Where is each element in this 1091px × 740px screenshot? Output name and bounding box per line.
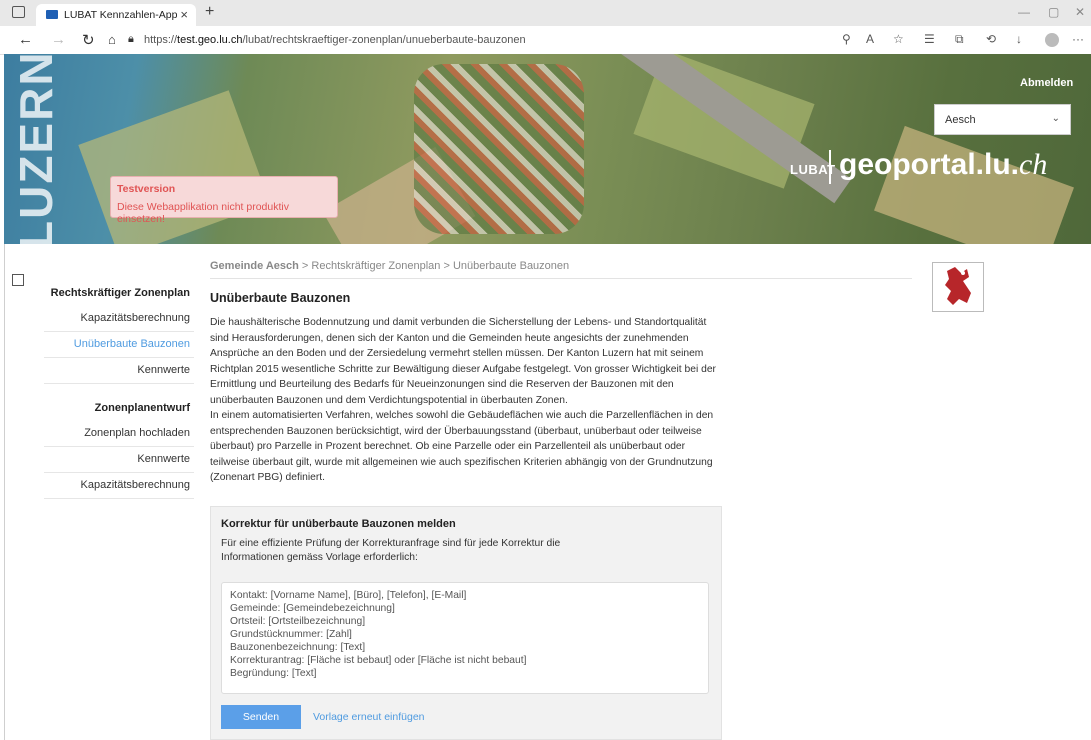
sidebar-item-kapazitaetsberechnung-entwurf[interactable]: Kapazitätsberechnung	[44, 473, 194, 499]
sidebar-item-zonenplan-hochladen[interactable]: Zonenplan hochladen	[44, 421, 194, 447]
favorite-add-icon[interactable]: ☆	[893, 32, 904, 46]
intro-paragraph-2: In einem automatisierten Verfahren, welc…	[210, 410, 714, 483]
geoportal-logo-suffix: ch	[1019, 148, 1048, 181]
browser-tab[interactable]: LUBAT Kennzahlen-App ×	[36, 4, 196, 26]
sidebar-toggle-icon[interactable]	[12, 6, 25, 18]
download-icon[interactable]: ↓	[1016, 32, 1022, 46]
tab-title: LUBAT Kennzahlen-App	[64, 9, 178, 21]
address-bar: ← → ↻ ⌂ 🔒︎ https://test.geo.lu.ch/lubat/…	[0, 26, 1091, 55]
sidebar-item-kennwerte[interactable]: Kennwerte	[44, 358, 194, 384]
correction-panel: Korrektur für unüberbaute Bauzonen melde…	[210, 506, 722, 740]
correction-textarea[interactable]: Kontakt: [Vorname Name], [Büro], [Telefo…	[221, 582, 709, 694]
sidebar-section-title: Rechtskräftiger Zonenplan	[50, 287, 190, 299]
home-icon[interactable]: ⌂	[108, 32, 116, 47]
browser-tabbar: LUBAT Kennzahlen-App × + — ▢ ✕	[0, 0, 1091, 26]
window-close-icon[interactable]: ✕	[1075, 5, 1085, 19]
reload-icon[interactable]: ↻	[82, 31, 95, 49]
sidebar-item-kapazitaetsberechnung[interactable]: Kapazitätsberechnung	[44, 306, 194, 332]
reinsert-template-link[interactable]: Vorlage erneut einfügen	[313, 711, 425, 723]
logo-separator	[829, 150, 831, 184]
template-line: Ortsteil: [Ortsteilbezeichnung]	[230, 616, 366, 627]
logout-link[interactable]: Abmelden	[1020, 77, 1073, 89]
template-line: Begründung: [Text]	[230, 668, 317, 679]
more-menu-icon[interactable]: ···	[1072, 32, 1084, 46]
favorites-icon[interactable]: ☰	[924, 32, 935, 46]
municipality-select-value: Aesch	[945, 114, 976, 126]
sidebar-section-title: Zonenplanentwurf	[94, 402, 190, 414]
lock-icon: 🔒︎	[128, 33, 134, 45]
template-line: Kontakt: [Vorname Name], [Büro], [Telefo…	[230, 590, 467, 601]
coat-of-arms-icon	[932, 262, 984, 312]
new-tab-icon[interactable]: +	[205, 3, 214, 21]
aerial-field	[874, 125, 1074, 244]
minimize-icon[interactable]: —	[1018, 5, 1030, 19]
sidebar-menu: Rechtskräftiger Zonenplan Kapazitätsbere…	[44, 281, 194, 499]
page-title: Unüberbaute Bauzonen	[210, 291, 351, 305]
main-content: Gemeinde Aesch > Rechtskräftiger Zonenpl…	[210, 260, 912, 486]
breadcrumb-root[interactable]: Gemeinde Aesch	[210, 260, 299, 272]
breadcrumb-path: > Rechtskräftiger Zonenplan > Unüberbaut…	[298, 260, 570, 272]
tab-close-icon[interactable]: ×	[180, 7, 188, 22]
geoportal-logo-main: geoportal.lu.	[839, 148, 1019, 181]
correction-panel-title: Korrektur für unüberbaute Bauzonen melde…	[221, 518, 456, 530]
sidebar-item-kennwerte-entwurf[interactable]: Kennwerte	[44, 447, 194, 473]
history-icon[interactable]: ⟲	[986, 32, 996, 46]
sidebar-item-unueberbaute-bauzonen[interactable]: Unüberbaute Bauzonen	[44, 332, 194, 358]
test-version-title: Testversion	[117, 183, 176, 195]
template-line: Gemeinde: [Gemeindebezeichnung]	[230, 603, 395, 614]
send-button[interactable]: Senden	[221, 705, 301, 729]
profile-avatar[interactable]	[1045, 33, 1059, 47]
back-icon[interactable]: ←	[18, 31, 33, 48]
intro-text: Die haushälterische Bodennutzung und dam…	[210, 315, 722, 486]
test-version-alert: Testversion Diese Webapplikation nicht p…	[110, 176, 338, 225]
read-aloud-icon[interactable]: A	[866, 32, 874, 46]
test-version-message: Diese Webapplikation nicht produktiv ein…	[117, 201, 289, 225]
municipality-select[interactable]: Aesch ⌄	[934, 104, 1071, 135]
breadcrumb: Gemeinde Aesch > Rechtskräftiger Zonenpl…	[210, 260, 912, 279]
forward-icon[interactable]: →	[51, 31, 66, 48]
maximize-icon[interactable]: ▢	[1048, 5, 1059, 19]
template-line: Bauzonenbezeichnung: [Text]	[230, 642, 366, 653]
favicon-icon	[46, 10, 58, 19]
chevron-down-icon: ⌄	[1051, 113, 1060, 124]
template-line: Korrekturantrag: [Fläche ist bebaut] ode…	[230, 655, 527, 666]
luzern-brand-strip: LUZERN	[4, 50, 62, 249]
template-line: Grundstücknummer: [Zahl]	[230, 629, 352, 640]
url-field[interactable]: https://test.geo.lu.ch/lubat/rechtskraef…	[144, 34, 526, 46]
geoportal-logo: geoportal.lu.ch	[839, 148, 1047, 182]
luzern-small-logo-icon	[12, 274, 24, 286]
intro-paragraph-1: Die haushälterische Bodennutzung und dam…	[210, 317, 716, 406]
collections-icon[interactable]: ⧉	[955, 32, 964, 47]
luzern-brand-text: LUZERN	[10, 50, 62, 249]
correction-panel-description: Für eine effiziente Prüfung der Korrektu…	[221, 538, 561, 563]
aerial-village	[414, 64, 584, 234]
search-key-icon[interactable]: ⚲	[842, 32, 851, 46]
